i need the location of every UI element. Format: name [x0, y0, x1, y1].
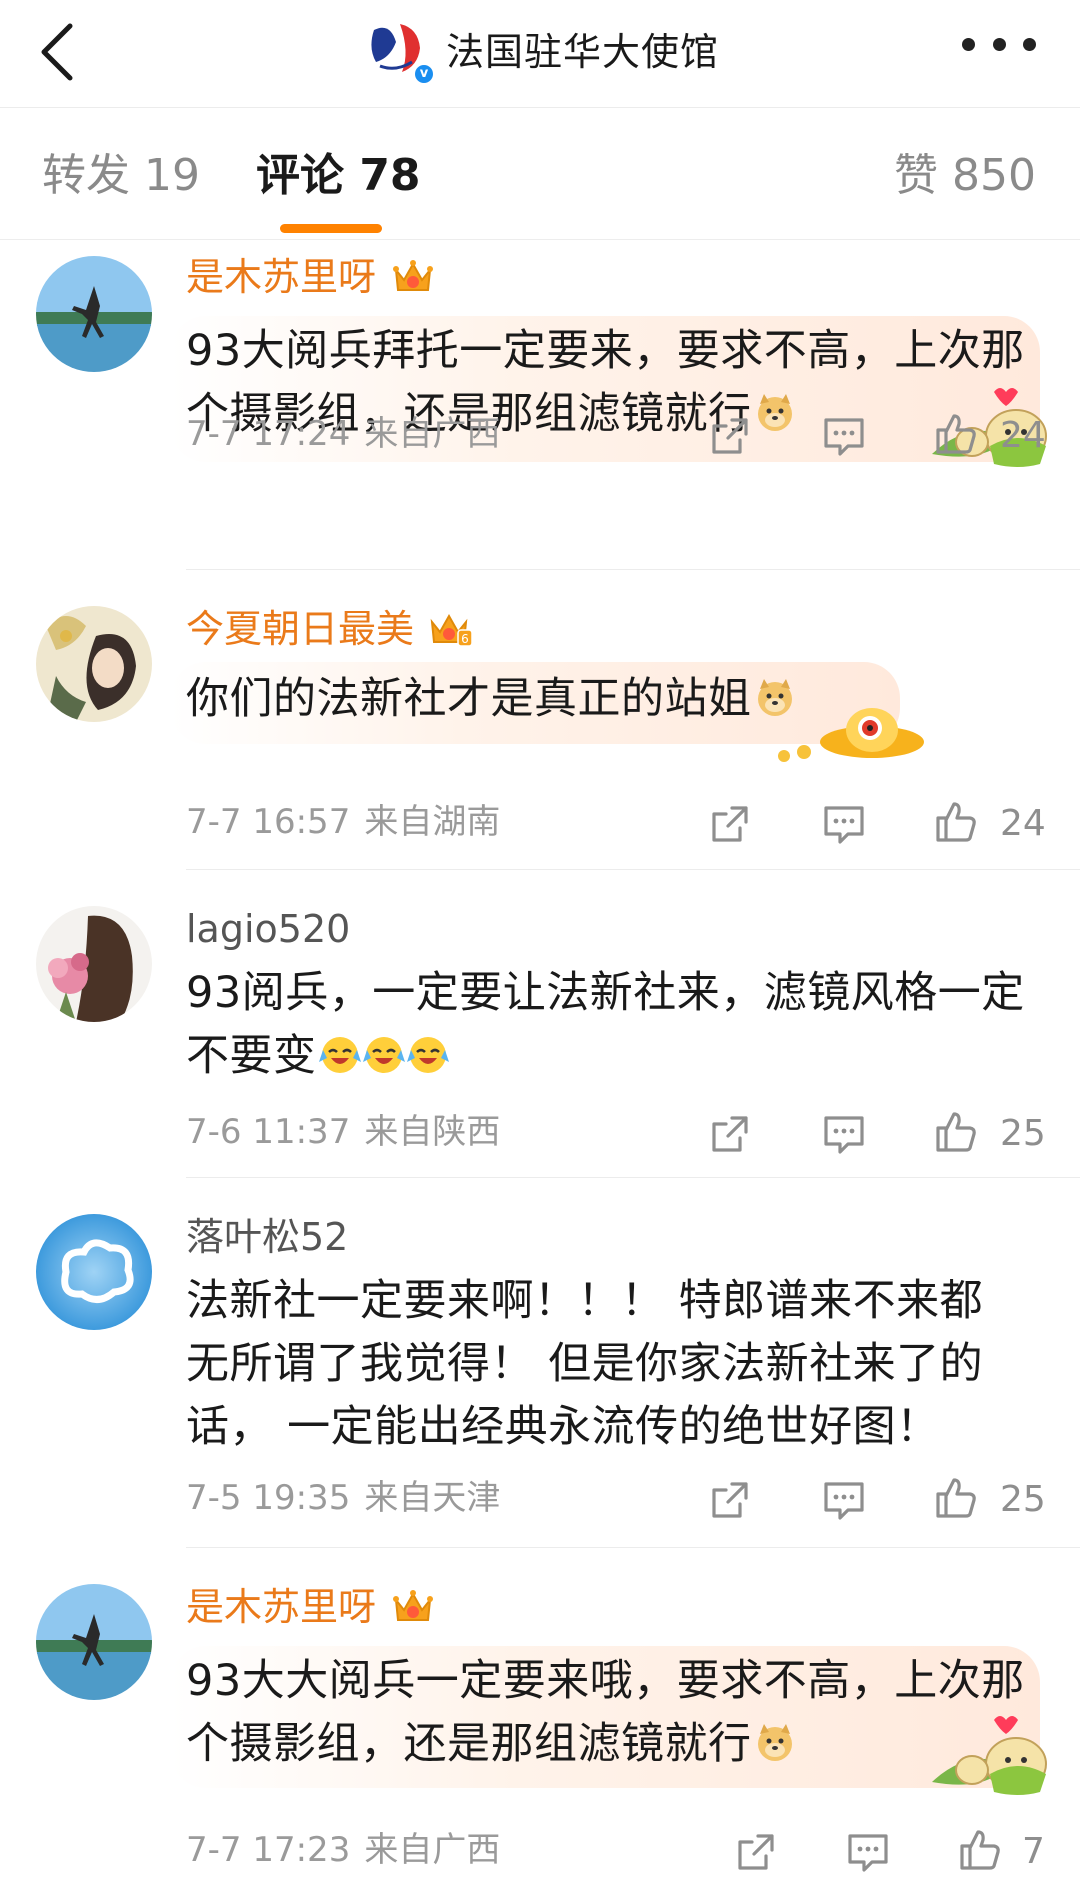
comment-text: 法新社一定要来啊！！！ 特郎谱来不来都无所谓了我觉得！ 但是你家法新社来了的话，…	[186, 1276, 984, 1452]
comment-item: lagio520 93阅兵，一定要让法新社来，滤镜风格一定不要变 7-6 11:…	[0, 870, 1080, 1178]
back-arrow-icon	[41, 23, 73, 81]
comment-item: 是木苏里呀 93大大阅兵一定要来哦，要求不高，上次那个摄影组，还是那组滤镜就行 …	[0, 1548, 1080, 1892]
thumbs-up-icon[interactable]	[932, 1474, 980, 1522]
share-icon[interactable]	[732, 1828, 780, 1876]
thumbs-up-icon[interactable]	[932, 1108, 980, 1156]
username-text[interactable]: 落叶松52	[186, 1214, 348, 1260]
thumbs-up-icon[interactable]	[932, 798, 980, 846]
comment-meta: 7-7 17:23 来自广西	[186, 1830, 500, 1870]
vip-level: 6	[461, 632, 469, 646]
doge-emoji-icon	[757, 1724, 792, 1761]
user-avatar[interactable]	[36, 906, 152, 1022]
username-text[interactable]: 今夏朝日最美	[186, 606, 414, 652]
comment-meta: 7-5 19:35 来自天津	[186, 1478, 500, 1518]
share-icon[interactable]	[706, 1476, 754, 1524]
like-count: 7	[1022, 1831, 1045, 1872]
thumbs-up-icon[interactable]	[956, 1826, 1004, 1874]
comment-time: 7-7 17:24	[186, 414, 351, 454]
more-dot	[992, 37, 1006, 51]
comment-time: 7-5 19:35	[186, 1478, 351, 1518]
comment-location: 来自广西	[364, 1830, 501, 1870]
username[interactable]: 今夏朝日最美 6	[186, 606, 474, 652]
share-icon[interactable]	[706, 800, 754, 848]
like-count: 25	[1000, 1479, 1046, 1520]
tab-bar: 转发 19 评论 78 赞 850	[0, 108, 1080, 240]
tab-reposts[interactable]: 转发 19	[42, 150, 200, 202]
comment-location: 来自广西	[364, 414, 501, 454]
verified-badge: v	[412, 62, 436, 86]
more-dot	[1023, 37, 1036, 51]
username[interactable]: 是木苏里呀	[186, 1584, 436, 1630]
more-button[interactable]	[962, 34, 1036, 54]
comment-text: 93阅兵，一定要让法新社来，滤镜风格一定不要变	[186, 968, 1025, 1081]
comment-item: 是木苏里呀 93大阅兵拜托一定要来，要求不高，上次那个摄影组，还是那组滤镜就行 …	[0, 240, 1080, 570]
doge-emoji-icon	[757, 394, 792, 431]
cry-laugh-emoji-icon	[318, 1037, 361, 1073]
share-icon[interactable]	[706, 1110, 754, 1158]
back-button[interactable]	[30, 12, 90, 84]
comment-meta: 7-7 16:57 来自湖南	[186, 802, 500, 842]
comment-location: 来自陕西	[364, 1112, 501, 1152]
comment-icon[interactable]	[820, 800, 868, 848]
cry-laugh-emoji-icon	[406, 1037, 449, 1073]
comment-meta: 7-7 17:24 来自广西	[186, 414, 500, 454]
comment-text: 93大大阅兵一定要来哦，要求不高，上次那个摄影组，还是那组滤镜就行	[186, 1656, 1025, 1769]
comment-time: 7-6 11:37	[186, 1112, 351, 1152]
comment-icon[interactable]	[820, 1476, 868, 1524]
account-header[interactable]: v 法国驻华大使馆	[360, 8, 719, 88]
vip-crown-icon	[393, 260, 434, 291]
like-count: 25	[1000, 1113, 1046, 1154]
username-text[interactable]: lagio520	[186, 906, 350, 952]
comment-icon[interactable]	[820, 1110, 868, 1158]
tab-comments[interactable]: 评论 78	[256, 150, 421, 202]
account-avatar[interactable]: v	[360, 12, 436, 86]
like-count: 24	[1000, 415, 1046, 456]
username-text[interactable]: 是木苏里呀	[186, 254, 376, 300]
vip-crown-icon	[393, 1590, 434, 1621]
like-count: 24	[1000, 803, 1046, 844]
username[interactable]: 落叶松52	[186, 1214, 348, 1260]
comment-icon[interactable]	[844, 1828, 892, 1876]
comment-meta: 7-6 11:37 来自陕西	[186, 1112, 500, 1152]
share-icon[interactable]	[706, 412, 754, 460]
username[interactable]: lagio520	[186, 906, 350, 952]
zongzi-decoration-icon	[932, 1716, 1047, 1795]
active-tab-indicator	[280, 224, 382, 233]
user-avatar[interactable]	[36, 256, 152, 372]
comment-time: 7-7 17:23	[186, 1830, 351, 1870]
top-bar: v 法国驻华大使馆	[0, 0, 1080, 108]
cry-laugh-emoji-icon	[362, 1037, 405, 1073]
comment-item: 今夏朝日最美 6 你们的法新社才是真正的站姐 7-7 16:57 来自湖南 24	[0, 570, 1080, 870]
username-text[interactable]: 是木苏里呀	[186, 1584, 376, 1630]
comment-icon[interactable]	[820, 412, 868, 460]
tab-likes[interactable]: 赞 850	[894, 150, 1036, 202]
more-dot	[962, 37, 975, 51]
account-name[interactable]: 法国驻华大使馆	[446, 21, 719, 76]
thumbs-up-icon[interactable]	[932, 410, 980, 458]
user-avatar[interactable]	[36, 1584, 152, 1700]
comment-location: 来自天津	[364, 1478, 501, 1518]
comment-location: 来自湖南	[364, 802, 501, 842]
user-avatar[interactable]	[36, 1214, 152, 1330]
user-avatar[interactable]	[36, 606, 152, 722]
vip-crown-icon: 6	[430, 613, 473, 647]
comment-time: 7-7 16:57	[186, 802, 351, 842]
username[interactable]: 是木苏里呀	[186, 254, 436, 300]
comment-item: 落叶松52 法新社一定要来啊！！！ 特郎谱来不来都无所谓了我觉得！ 但是你家法新…	[0, 1178, 1080, 1548]
ufo-decoration-icon	[778, 708, 924, 762]
